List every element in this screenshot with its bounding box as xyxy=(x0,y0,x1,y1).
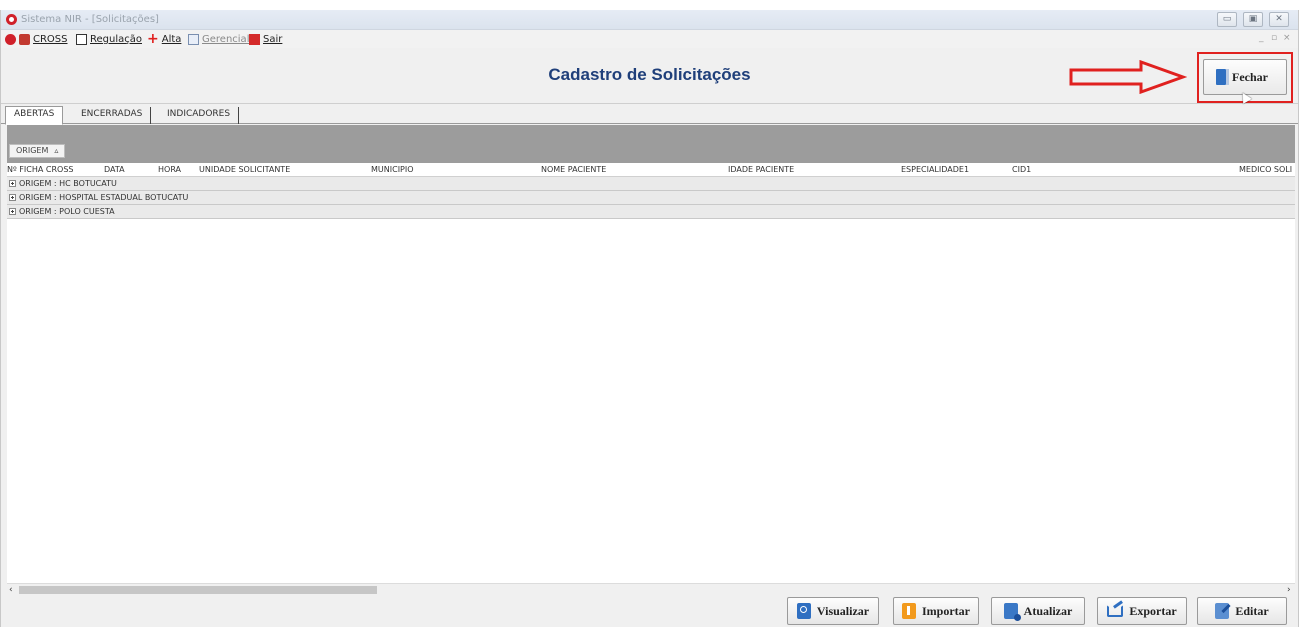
menu-gerencial[interactable]: Gerencial xyxy=(188,32,249,46)
red-plus-icon: + xyxy=(147,31,159,47)
import-icon xyxy=(902,603,916,619)
group-row-label: ORIGEM : POLO CUESTA xyxy=(19,207,115,216)
close-form-label: Fechar xyxy=(1232,69,1268,84)
close-form-button[interactable]: Fechar xyxy=(1203,59,1287,95)
form-header: Cadastro de Solicitações Fechar xyxy=(1,48,1298,104)
mdi-restore-button[interactable]: ▫ xyxy=(1271,33,1277,43)
menu-gerencial-label: Gerencial xyxy=(202,33,250,45)
data-grid: ORIGEM : HC BOTUCATU ORIGEM : HOSPITAL E… xyxy=(7,177,1295,583)
tab-indicadores[interactable]: INDICADORES xyxy=(159,107,240,124)
menu-cross[interactable]: CROSS xyxy=(5,32,68,46)
expand-icon[interactable] xyxy=(9,194,16,201)
mdi-close-button[interactable]: × xyxy=(1283,33,1291,43)
group-by-panel: ORIGEM ▵ xyxy=(7,125,1295,163)
column-medico-solicitante[interactable]: MEDICO SOLI xyxy=(1239,165,1292,174)
column-header-row: Nº FICHA CROSS DATA HORA UNIDADE SOLICIT… xyxy=(7,163,1295,177)
group-chip-label: ORIGEM xyxy=(16,146,49,155)
column-especialidade1[interactable]: ESPECIALIDADE1 xyxy=(901,165,969,174)
menu-regulacao[interactable]: Regulação xyxy=(76,32,142,46)
magnifier-icon xyxy=(796,603,811,619)
footer-toolbar: Visualizar Importar Atualizar Exportar E… xyxy=(1,595,1298,627)
app-logo-icon xyxy=(5,33,16,45)
restore-button[interactable]: ▣ xyxy=(1243,12,1263,27)
expand-icon[interactable] xyxy=(9,180,16,187)
refresh-document-icon xyxy=(1003,603,1021,621)
exit-icon xyxy=(249,33,260,45)
regulation-icon xyxy=(76,33,87,45)
group-row-label: ORIGEM : HC BOTUCATU xyxy=(19,179,117,188)
minimize-button[interactable]: ▭ xyxy=(1217,12,1237,27)
tab-abertas[interactable]: ABERTAS xyxy=(5,106,64,125)
scrollbar-thumb[interactable] xyxy=(19,586,377,594)
column-municipio[interactable]: MUNICIPIO xyxy=(371,165,414,174)
refresh-button-label: Atualizar xyxy=(1023,603,1073,618)
column-hora[interactable]: HORA xyxy=(158,165,181,174)
sort-asc-icon: ▵ xyxy=(54,146,59,155)
group-row-label: ORIGEM : HOSPITAL ESTADUAL BOTUCATU xyxy=(19,193,189,202)
menu-alta-label: Alta xyxy=(161,33,182,45)
edit-button-label: Editar xyxy=(1235,603,1269,618)
edit-button[interactable]: Editar xyxy=(1197,597,1287,625)
export-button-label: Exportar xyxy=(1129,603,1177,618)
group-row[interactable]: ORIGEM : HC BOTUCATU xyxy=(7,177,1295,191)
column-nome-paciente[interactable]: NOME PACIENTE xyxy=(541,165,606,174)
window-title: Sistema NIR - [Solicitações] xyxy=(21,14,159,25)
expand-icon[interactable] xyxy=(9,208,16,215)
main-window: Sistema NIR - [Solicitações] ▭ ▣ ✕ CROSS… xyxy=(0,10,1299,627)
menu-regulacao-label: Regulação xyxy=(90,33,142,45)
import-button[interactable]: Importar xyxy=(893,597,979,625)
app-logo-icon xyxy=(6,14,17,25)
column-idade-paciente[interactable]: IDADE PACIENTE xyxy=(728,165,794,174)
group-row[interactable]: ORIGEM : POLO CUESTA xyxy=(7,205,1295,219)
column-cid1[interactable]: CID1 xyxy=(1012,165,1031,174)
group-chip-origem[interactable]: ORIGEM ▵ xyxy=(9,144,66,158)
export-button[interactable]: Exportar xyxy=(1097,597,1187,625)
view-button-label: Visualizar xyxy=(816,603,870,618)
menu-sair-label: Sair xyxy=(263,33,283,45)
tab-strip: ABERTAS ENCERRADAS INDICADORES xyxy=(1,104,1298,125)
report-icon xyxy=(188,33,199,45)
menu-sair[interactable]: Sair xyxy=(249,32,282,46)
mdi-minimize-button[interactable]: _ xyxy=(1259,33,1264,43)
menu-cross-label: CROSS xyxy=(33,33,68,45)
refresh-button[interactable]: Atualizar xyxy=(991,597,1085,625)
tab-encerradas[interactable]: ENCERRADAS xyxy=(73,107,152,124)
menu-alta[interactable]: + Alta xyxy=(147,32,181,46)
edit-pencil-icon xyxy=(1215,603,1230,619)
door-exit-icon xyxy=(1216,69,1229,85)
cross-system-icon xyxy=(19,33,30,45)
export-icon xyxy=(1107,605,1124,617)
horizontal-scrollbar[interactable]: ‹ › xyxy=(7,583,1295,595)
group-row[interactable]: ORIGEM : HOSPITAL ESTADUAL BOTUCATU xyxy=(7,191,1295,205)
menu-bar: CROSS Regulação + Alta Gerencial Sair _ … xyxy=(1,30,1298,48)
import-button-label: Importar xyxy=(922,603,970,618)
column-data[interactable]: DATA xyxy=(104,165,125,174)
close-window-button[interactable]: ✕ xyxy=(1269,12,1289,27)
view-button[interactable]: Visualizar xyxy=(787,597,879,625)
column-ficha-cross[interactable]: Nº FICHA CROSS xyxy=(7,165,73,174)
column-unidade-solicitante[interactable]: UNIDADE SOLICITANTE xyxy=(199,165,290,174)
title-bar: Sistema NIR - [Solicitações] ▭ ▣ ✕ xyxy=(1,10,1298,30)
red-arrow-annotation xyxy=(1069,60,1187,94)
